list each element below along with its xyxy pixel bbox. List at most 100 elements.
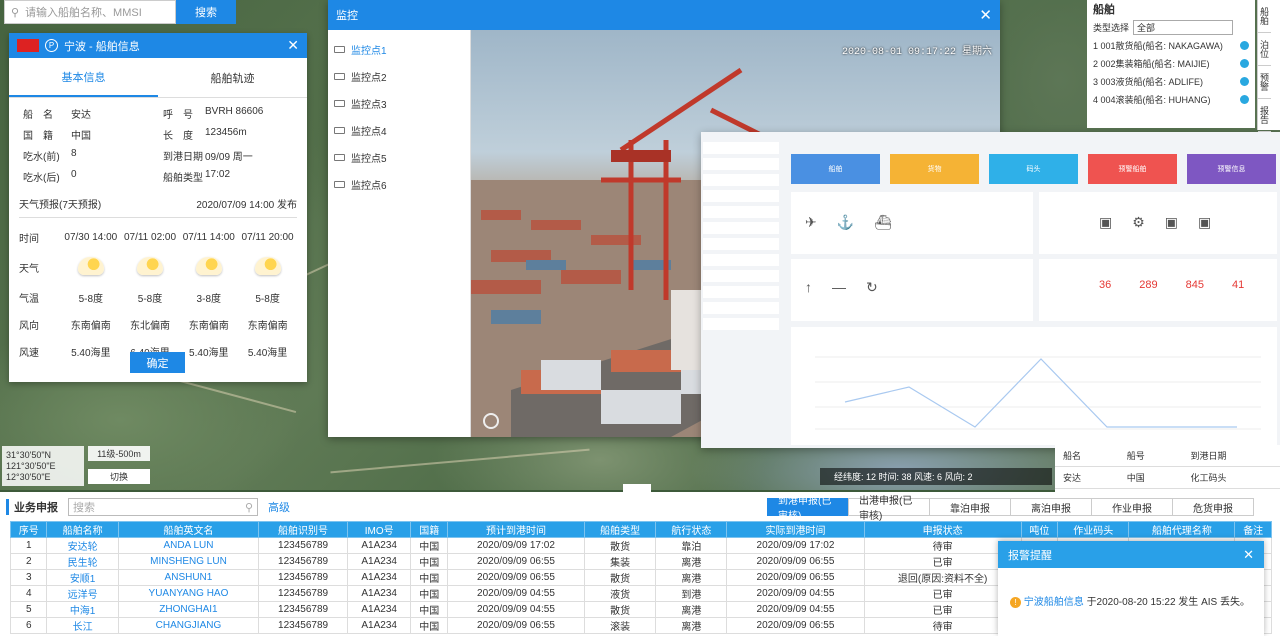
camera-item[interactable]: 监控点5 <box>328 144 470 171</box>
close-icon[interactable]: ✕ <box>287 37 299 54</box>
ship-list-panel: 船舶 类型选择 全部 1 001散货船(船名: NAKAGAWA) 2 002集装箱… <box>1087 0 1255 128</box>
column-header[interactable]: 船舶英文名 <box>117 521 260 538</box>
declaration-tab[interactable]: 作业申报 <box>1091 498 1173 516</box>
declaration-tab[interactable]: 离泊申报 <box>1010 498 1092 516</box>
table-cell: 2020/09/09 04:55 <box>446 585 586 602</box>
tab-ship-track[interactable]: 船舶轨迹 <box>158 58 307 97</box>
camera-icon <box>334 46 345 53</box>
sidebar-item[interactable] <box>703 270 779 282</box>
declaration-tab[interactable]: 出港申报(已审核) <box>848 496 930 522</box>
table-cell: A1A234 <box>346 617 412 634</box>
sidebar-item[interactable] <box>703 254 779 266</box>
ship-list-item[interactable]: 2 002集装箱船(船名: MAIJIE) <box>1087 54 1255 72</box>
side-tab[interactable]: 泊位 <box>1258 33 1271 66</box>
locate-icon[interactable] <box>1240 76 1249 86</box>
filter-select[interactable]: 全部 <box>1133 19 1234 35</box>
table-cell: A1A234 <box>346 569 412 586</box>
locate-icon[interactable] <box>1240 40 1249 50</box>
field-label: 长 度 <box>163 131 193 142</box>
sidebar-item[interactable] <box>703 190 779 202</box>
stat-card[interactable]: 船舶 <box>791 154 880 184</box>
table-cell: 集装 <box>583 553 657 570</box>
sidebar-item[interactable] <box>703 238 779 250</box>
close-icon[interactable]: ✕ <box>979 6 992 24</box>
column-header[interactable]: 国籍 <box>410 521 448 538</box>
ship-list-item[interactable]: 4 004滚装船(船名: HUHANG) <box>1087 90 1255 108</box>
table-cell: 中国 <box>410 537 448 554</box>
side-tab[interactable]: 船舶 <box>1258 0 1271 33</box>
sidebar-item[interactable] <box>703 142 779 154</box>
column-header[interactable]: 航行状态 <box>655 521 728 538</box>
camera-item[interactable]: 监控点2 <box>328 63 470 90</box>
locate-icon[interactable] <box>1240 94 1249 104</box>
alarm-ship-link[interactable]: 宁波船舶信息 <box>1024 597 1084 608</box>
column-header[interactable]: 实际到港时间 <box>726 521 865 538</box>
camera-item[interactable]: 监控点1 <box>328 36 470 63</box>
column-header[interactable]: 船舶代理名称 <box>1128 521 1236 538</box>
stat-card[interactable]: 码头 <box>989 154 1078 184</box>
bottom-search-input[interactable]: 搜索 ⚲ <box>68 498 258 516</box>
close-icon[interactable]: ✕ <box>1243 547 1254 563</box>
field-value: 安达 <box>71 110 91 121</box>
table-cell: 2020/09/09 17:02 <box>726 537 865 554</box>
table-cell: 123456789 <box>258 585 348 602</box>
field-label: 船舶类型 <box>163 173 203 184</box>
sidebar-item[interactable] <box>703 158 779 170</box>
weather-title: 天气预报(7天预报) <box>19 200 102 211</box>
column-header[interactable]: 序号 <box>9 521 48 538</box>
column-header[interactable]: 船舶识别号 <box>258 521 348 538</box>
sidebar-item[interactable] <box>703 286 779 298</box>
advanced-search-link[interactable]: 高级 <box>268 499 290 515</box>
boat-icon: ⛴ <box>874 214 892 230</box>
mini-cell: 船号 <box>1118 445 1183 467</box>
column-header[interactable]: 申报状态 <box>863 521 1022 538</box>
camera-icon <box>334 100 345 107</box>
locate-icon[interactable] <box>1240 58 1249 68</box>
play-icon[interactable] <box>483 413 499 429</box>
search-icon[interactable]: ⚲ <box>245 501 253 514</box>
table-cell: 中国 <box>410 569 448 586</box>
mini-row: 安达 中国 化工码头 <box>1055 466 1280 489</box>
column-header[interactable]: IMO号 <box>346 521 412 538</box>
search-input[interactable]: ⚲ 请输入船舶名称、MMSI <box>4 0 176 24</box>
mini-table: 船名 船号 到港日期 安达 中国 化工码头 <box>1055 445 1280 492</box>
declaration-tab[interactable]: 靠泊申报 <box>929 498 1011 516</box>
dash-icon: — <box>832 279 846 295</box>
declaration-tab[interactable]: 危货申报 <box>1172 498 1254 516</box>
field-value: 8 <box>71 148 77 159</box>
column-header[interactable]: 备注 <box>1234 521 1272 538</box>
side-tab[interactable]: 报告 <box>1258 99 1271 132</box>
ship-list-item[interactable]: 3 003液货船(船名: ADLIFE) <box>1087 72 1255 90</box>
column-header[interactable]: 作业码头 <box>1057 521 1130 538</box>
collapse-handle[interactable] <box>623 484 651 492</box>
search-button[interactable]: 搜索 <box>176 0 236 24</box>
sidebar-item[interactable] <box>703 318 779 330</box>
mini-row: 船名 船号 到港日期 <box>1055 445 1280 467</box>
column-header[interactable]: 预计到港时间 <box>446 521 586 538</box>
confirm-button[interactable]: 确定 <box>130 352 185 373</box>
column-header[interactable]: 船舶类型 <box>583 521 657 538</box>
sidebar-item[interactable] <box>703 222 779 234</box>
field-label: 吃水(前) <box>23 152 60 163</box>
ship-list-label: 4 004滚装船(船名: HUHANG) <box>1093 94 1211 105</box>
stat-card[interactable]: 货物 <box>890 154 979 184</box>
tab-basic-info[interactable]: 基本信息 <box>9 58 158 97</box>
sidebar-item[interactable] <box>703 206 779 218</box>
column-header[interactable]: 船舶名称 <box>46 521 119 538</box>
declaration-tab[interactable]: 到港申报(已审核) <box>767 496 849 522</box>
stat-card[interactable]: 预警船舶 <box>1088 154 1177 184</box>
camera-item[interactable]: 监控点4 <box>328 117 470 144</box>
ship-search: ⚲ 请输入船舶名称、MMSI 搜索 <box>4 0 236 24</box>
sidebar-item[interactable] <box>703 302 779 314</box>
side-tab[interactable]: 预警 <box>1258 66 1271 99</box>
column-header[interactable]: 吨位 <box>1020 521 1059 538</box>
sidebar-item[interactable] <box>703 174 779 186</box>
table-cell: 中国 <box>410 601 448 618</box>
weather-table: 时间 07/30 14:00 07/11 02:00 07/11 14:00 07/11… <box>19 224 297 365</box>
camera-item[interactable]: 监控点6 <box>328 171 470 198</box>
camera-item[interactable]: 监控点3 <box>328 90 470 117</box>
stat-card[interactable]: 预警信息 <box>1187 154 1276 184</box>
gear-icon: ⚙ <box>1132 214 1145 230</box>
switch-button[interactable]: 切换 <box>88 469 150 484</box>
ship-list-item[interactable]: 1 001散货船(船名: NAKAGAWA) <box>1087 36 1255 54</box>
